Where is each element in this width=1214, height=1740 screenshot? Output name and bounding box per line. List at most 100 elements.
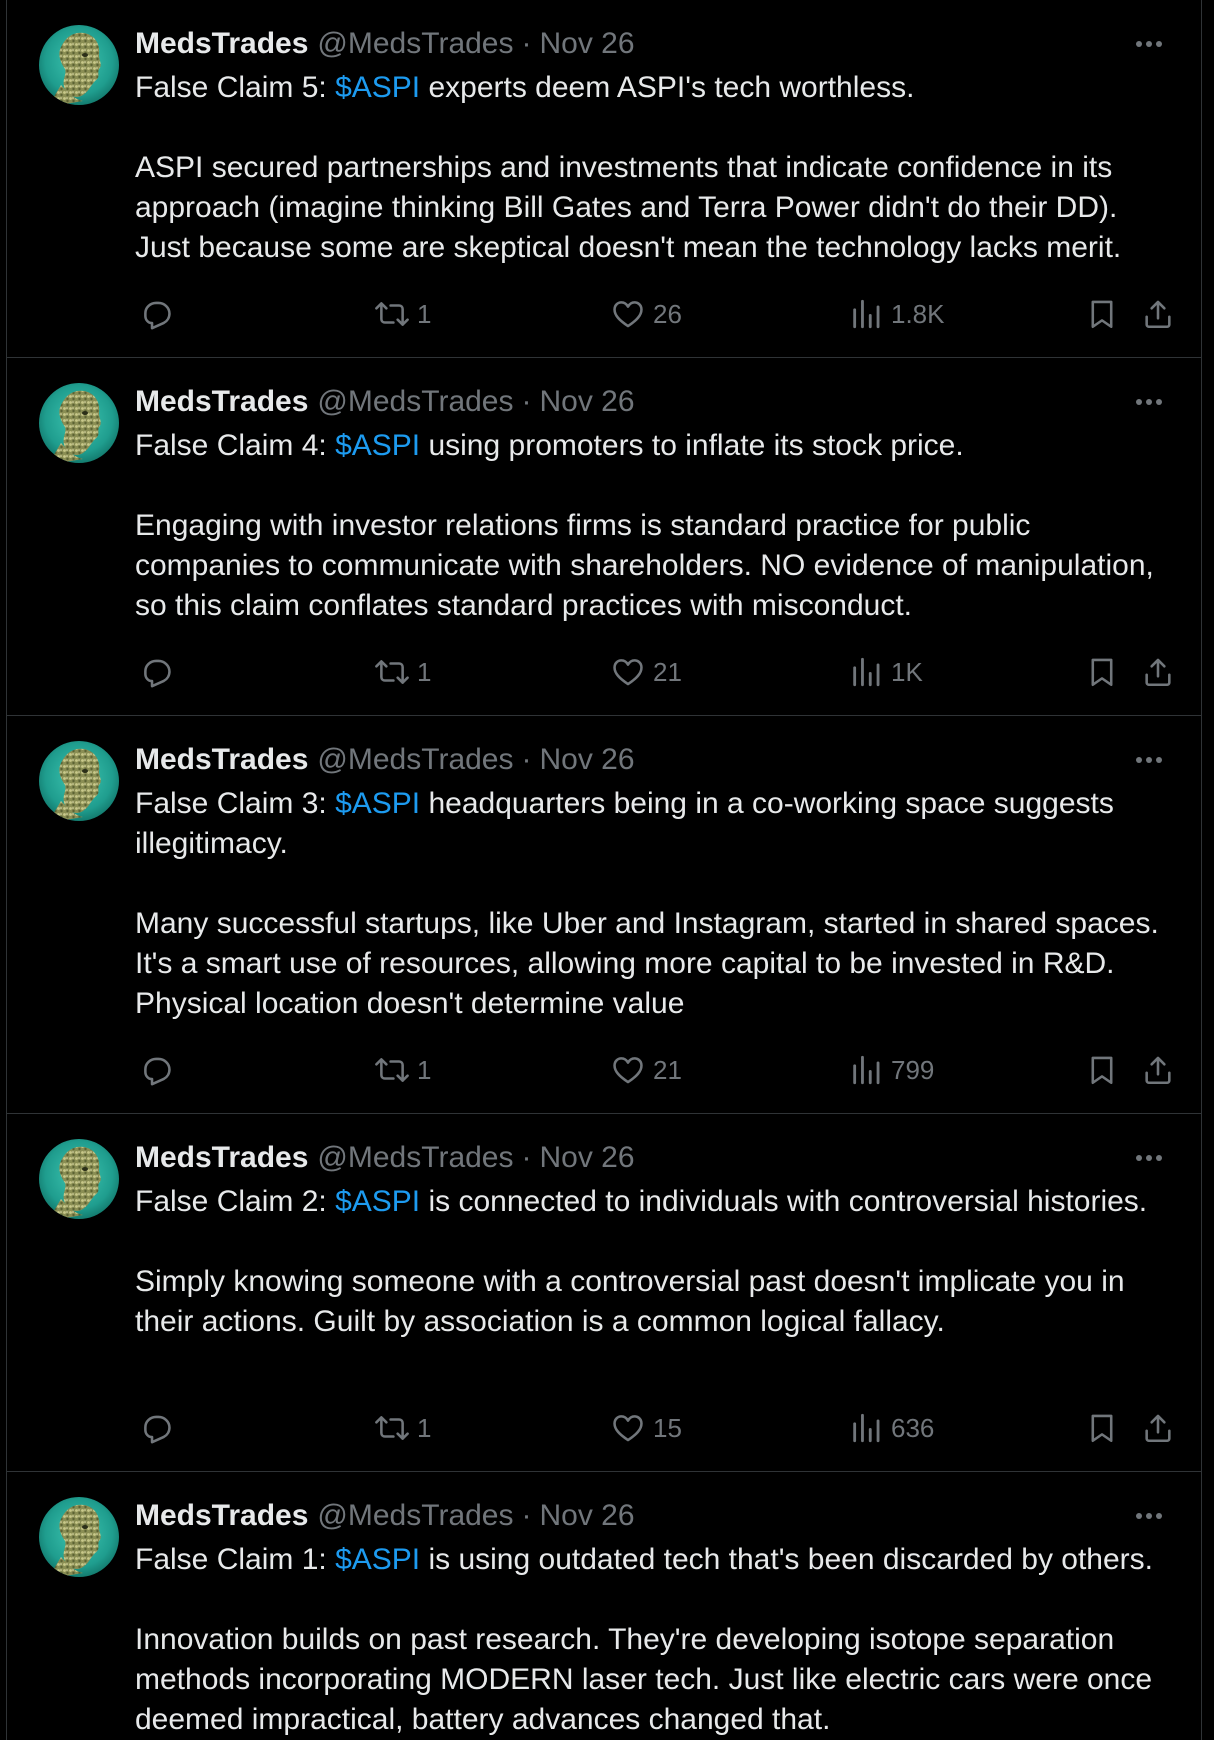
author-name[interactable]: MedsTrades	[135, 1141, 308, 1175]
more-options-icon[interactable]	[1131, 746, 1167, 774]
tweet-text: False Claim 4: $ASPI using promoters to …	[135, 426, 1175, 626]
share-button[interactable]	[1141, 294, 1175, 334]
author-handle[interactable]: @MedsTrades	[317, 1141, 513, 1175]
claim-text: is using outdated tech that's been disca…	[420, 1543, 1153, 1576]
more-options-icon[interactable]	[1131, 1144, 1167, 1172]
author-name[interactable]: MedsTrades	[135, 27, 308, 61]
avatar-image	[39, 383, 119, 463]
avatar[interactable]	[39, 741, 119, 821]
author-name[interactable]: MedsTrades	[135, 743, 308, 777]
separator-dot: ·	[521, 27, 532, 60]
tweet-header: MedsTrades @MedsTrades · Nov 26	[135, 25, 635, 63]
reply-button[interactable]	[139, 1050, 181, 1090]
like-button[interactable]: 26	[611, 294, 682, 334]
reply-icon	[144, 659, 171, 688]
tweet[interactable]: MedsTrades @MedsTrades · Nov 26 False Cl…	[7, 1114, 1201, 1472]
bookmark-button[interactable]	[1085, 294, 1119, 334]
avatar[interactable]	[39, 1139, 119, 1219]
like-count: 21	[653, 656, 682, 687]
separator-dot: ·	[521, 385, 532, 418]
heart-icon	[613, 1057, 643, 1084]
like-button[interactable]: 21	[611, 1050, 682, 1090]
tweet[interactable]: MedsTrades @MedsTrades · Nov 26 False Cl…	[7, 0, 1201, 358]
author-handle[interactable]: @MedsTrades	[317, 385, 513, 419]
tweet-date[interactable]: Nov 26	[540, 743, 635, 777]
views-icon	[853, 1055, 880, 1085]
cashtag-link[interactable]: $ASPI	[335, 429, 420, 462]
avatar-image	[39, 1139, 119, 1219]
claim-prefix: False Claim 3:	[135, 787, 336, 820]
tweet-body: ASPI secured partnerships and investment…	[135, 151, 1122, 264]
tweet-date[interactable]: Nov 26	[540, 27, 635, 61]
tweet-date[interactable]: Nov 26	[540, 1499, 635, 1533]
retweet-button[interactable]: 1	[375, 1050, 431, 1090]
tweet-text: False Claim 1: $ASPI is using outdated t…	[135, 1540, 1175, 1740]
like-button[interactable]: 21	[611, 652, 682, 692]
share-icon	[1145, 1414, 1171, 1443]
avatar[interactable]	[39, 25, 119, 105]
tweet-date[interactable]: Nov 26	[540, 385, 635, 419]
claim-line: False Claim 4: $ASPI using promoters to …	[135, 426, 1175, 466]
tweet-body: Many successful startups, like Uber and …	[135, 907, 1159, 1020]
cashtag-link[interactable]: $ASPI	[335, 787, 420, 820]
share-button[interactable]	[1141, 1408, 1175, 1448]
views-button[interactable]: 1K	[849, 652, 923, 692]
reply-button[interactable]	[139, 294, 181, 334]
cashtag-link[interactable]: $ASPI	[335, 1185, 420, 1218]
bookmark-button[interactable]	[1085, 652, 1119, 692]
retweet-icon	[375, 660, 409, 684]
bookmark-button[interactable]	[1085, 1050, 1119, 1090]
like-count: 26	[653, 298, 682, 329]
reply-button[interactable]	[139, 1408, 181, 1448]
bookmark-icon	[1091, 1056, 1113, 1085]
views-button[interactable]: 1.8K	[849, 294, 945, 334]
tweet-date[interactable]: Nov 26	[540, 1141, 635, 1175]
avatar[interactable]	[39, 1497, 119, 1577]
reply-icon	[144, 1057, 171, 1086]
tweet-header: MedsTrades @MedsTrades · Nov 26	[135, 383, 635, 421]
more-options-icon[interactable]	[1131, 388, 1167, 416]
more-options-icon[interactable]	[1131, 30, 1167, 58]
tweet-text: False Claim 5: $ASPI experts deem ASPI's…	[135, 68, 1175, 268]
tweet[interactable]: MedsTrades @MedsTrades · Nov 26 False Cl…	[7, 358, 1201, 716]
claim-line: False Claim 3: $ASPI headquarters being …	[135, 784, 1175, 864]
like-button[interactable]: 15	[611, 1408, 682, 1448]
tweet-actions: 1 26 1.8K	[135, 294, 1171, 334]
avatar[interactable]	[39, 383, 119, 463]
claim-prefix: False Claim 1:	[135, 1543, 336, 1576]
share-icon	[1145, 1056, 1171, 1085]
claim-text: is connected to individuals with controv…	[420, 1185, 1148, 1218]
retweet-count: 1	[417, 656, 432, 687]
author-name[interactable]: MedsTrades	[135, 385, 308, 419]
share-button[interactable]	[1141, 1050, 1175, 1090]
view-count: 1.8K	[891, 298, 945, 329]
tweet[interactable]: MedsTrades @MedsTrades · Nov 26 False Cl…	[7, 1472, 1201, 1740]
like-count: 21	[653, 1054, 682, 1085]
bookmark-button[interactable]	[1085, 1408, 1119, 1448]
retweet-button[interactable]: 1	[375, 1408, 431, 1448]
reply-button[interactable]	[139, 652, 181, 692]
avatar-image	[39, 741, 119, 821]
views-button[interactable]: 799	[849, 1050, 934, 1090]
cashtag-link[interactable]: $ASPI	[335, 1543, 420, 1576]
claim-prefix: False Claim 4:	[135, 429, 336, 462]
views-button[interactable]: 636	[849, 1408, 934, 1448]
tweet-body: Simply knowing someone with a controvers…	[135, 1265, 1125, 1338]
author-handle[interactable]: @MedsTrades	[317, 1499, 513, 1533]
reply-icon	[144, 301, 171, 330]
tweet-text: False Claim 2: $ASPI is connected to ind…	[135, 1182, 1175, 1342]
author-name[interactable]: MedsTrades	[135, 1499, 308, 1533]
more-options-icon[interactable]	[1131, 1502, 1167, 1530]
view-count: 1K	[891, 656, 923, 687]
view-count: 636	[891, 1412, 935, 1443]
tweet-header: MedsTrades @MedsTrades · Nov 26	[135, 741, 635, 779]
author-handle[interactable]: @MedsTrades	[317, 743, 513, 777]
heart-icon	[613, 659, 643, 686]
share-button[interactable]	[1141, 652, 1175, 692]
cashtag-link[interactable]: $ASPI	[335, 71, 420, 104]
retweet-button[interactable]: 1	[375, 294, 431, 334]
retweet-button[interactable]: 1	[375, 652, 431, 692]
tweet[interactable]: MedsTrades @MedsTrades · Nov 26 False Cl…	[7, 716, 1201, 1114]
views-icon	[853, 299, 880, 329]
author-handle[interactable]: @MedsTrades	[317, 27, 513, 61]
